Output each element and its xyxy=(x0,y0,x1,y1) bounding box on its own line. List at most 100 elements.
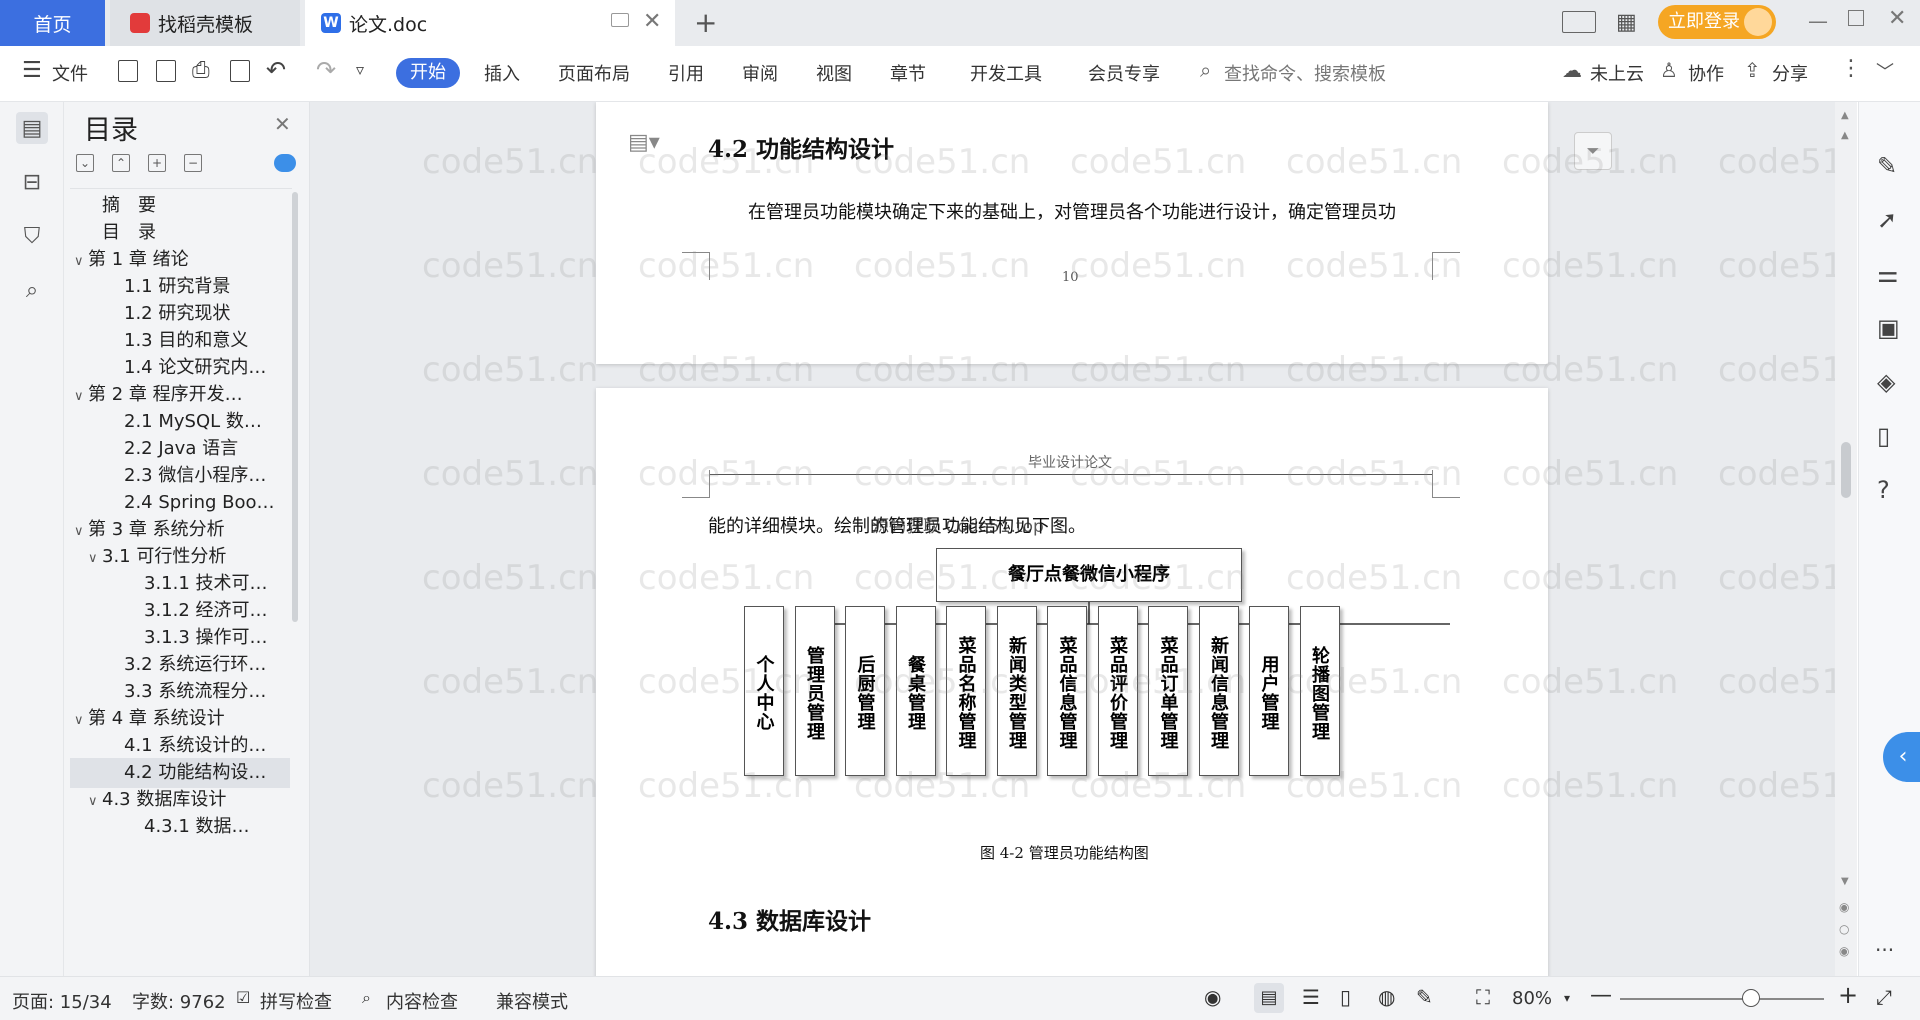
pen-icon[interactable]: ✎ xyxy=(1877,152,1897,180)
read-view-icon[interactable]: ▯ xyxy=(1340,985,1351,1009)
menu-review[interactable]: 审阅 xyxy=(742,60,778,86)
content-check-button[interactable]: 内容检查 xyxy=(386,988,458,1014)
toc-expand-chevron-icon[interactable]: ∨ xyxy=(88,787,102,815)
menu-file[interactable]: 文件 xyxy=(52,60,88,86)
menu-member[interactable]: 会员专享 xyxy=(1088,60,1160,86)
close-tab-icon[interactable]: ✕ xyxy=(643,9,661,34)
toc-item[interactable]: 目 录 xyxy=(70,218,290,248)
help-icon[interactable]: ? xyxy=(1877,476,1890,504)
toc-item[interactable]: ∨ 第 3 章 系统分析 xyxy=(70,515,290,545)
print-preview-icon[interactable] xyxy=(230,60,250,82)
fit-page-icon[interactable]: ⛶ xyxy=(1476,985,1490,1009)
toc-item[interactable]: 摘 要 xyxy=(70,191,290,221)
spell-check-button[interactable]: 拼写检查 xyxy=(260,988,332,1014)
layout-icon[interactable] xyxy=(1562,11,1596,33)
zoom-slider[interactable] xyxy=(1620,998,1824,1000)
grid-apps-icon[interactable]: ▦ xyxy=(1616,10,1637,35)
adjust-icon[interactable]: ⚌ xyxy=(1877,260,1899,288)
export-pdf-icon[interactable] xyxy=(156,60,176,82)
restore-icon[interactable] xyxy=(1848,10,1864,26)
toc-item[interactable]: 4.2 功能结构设… xyxy=(70,758,290,788)
collab-button[interactable]: 协作 xyxy=(1688,60,1724,86)
next-page-icon[interactable]: ◉ xyxy=(1839,944,1849,958)
toc-item[interactable]: ∨ 第 2 章 程序开发… xyxy=(70,380,290,410)
toc-expand-chevron-icon[interactable]: ∨ xyxy=(74,382,88,410)
reading-icon[interactable]: ▯ xyxy=(1877,422,1890,450)
menu-insert[interactable]: 插入 xyxy=(484,60,520,86)
toc-item[interactable]: 2.1 MySQL 数… xyxy=(70,407,290,437)
page-view-icon[interactable]: ▤ xyxy=(1254,983,1284,1013)
scroll-top-icon[interactable]: ▲ xyxy=(1841,110,1849,121)
toc-item[interactable]: 2.2 Java 语言 xyxy=(70,434,290,464)
zoom-slider-knob[interactable] xyxy=(1741,989,1760,1007)
word-count[interactable]: 字数: 9762 xyxy=(132,988,226,1014)
nav-pane-icon[interactable]: ⊟ xyxy=(16,166,48,198)
toc-item[interactable]: ∨ 第 4 章 系统设计 xyxy=(70,704,290,734)
undo-icon[interactable]: ↶ xyxy=(266,56,286,84)
toc-item[interactable]: 3.2 系统运行环… xyxy=(70,650,290,680)
menu-page-layout[interactable]: 页面布局 xyxy=(558,60,630,86)
eye-protect-icon[interactable]: ◉ xyxy=(1204,985,1221,1009)
quick-access-dropdown-icon[interactable]: ▿ xyxy=(356,60,364,79)
more-menu-icon[interactable]: ⋮ xyxy=(1840,56,1862,81)
close-toc-icon[interactable]: ✕ xyxy=(274,112,291,136)
menu-developer[interactable]: 开发工具 xyxy=(970,60,1042,86)
toc-item[interactable]: 4.1 系统设计的… xyxy=(70,731,290,761)
page-options-icon[interactable]: ▤▾ xyxy=(628,130,660,155)
toc-expand-chevron-icon[interactable]: ∨ xyxy=(88,544,102,572)
toc-item[interactable]: 3.3 系统流程分… xyxy=(70,677,290,707)
menu-view[interactable]: 视图 xyxy=(816,60,852,86)
login-button[interactable]: 立即登录 xyxy=(1658,5,1776,39)
close-window-icon[interactable]: ✕ xyxy=(1888,6,1906,31)
add-heading-icon[interactable]: + xyxy=(148,154,166,172)
toc-item[interactable]: 2.3 微信小程序… xyxy=(70,461,290,491)
tab-templates[interactable]: 找稻壳模板 xyxy=(110,0,300,46)
filter-float-icon[interactable]: ⏷ xyxy=(1574,132,1612,170)
page-indicator[interactable]: 页面: 15/34 xyxy=(12,988,112,1014)
remove-heading-icon[interactable]: − xyxy=(184,154,202,172)
toc-panel-icon[interactable]: ▤ xyxy=(16,112,48,144)
toc-ai-icon[interactable] xyxy=(274,154,296,172)
command-search-input[interactable]: 查找命令、搜索模板 xyxy=(1224,60,1386,86)
print-icon[interactable]: ⎙ xyxy=(192,58,210,83)
minimize-icon[interactable]: — xyxy=(1808,9,1828,33)
zoom-out-icon[interactable]: — xyxy=(1590,983,1612,1008)
zoom-level[interactable]: 80% xyxy=(1512,988,1552,1009)
translate-icon[interactable]: ▣ xyxy=(1877,314,1900,342)
toc-item[interactable]: 3.1.3 操作可… xyxy=(70,623,290,653)
toc-expand-chevron-icon[interactable]: ∨ xyxy=(74,706,88,734)
find-icon[interactable]: ⌕ xyxy=(16,274,48,306)
scroll-down-icon[interactable]: ▼ xyxy=(1841,876,1849,887)
cloud-status-button[interactable]: 未上云 xyxy=(1590,60,1644,86)
toc-item[interactable]: 3.1.2 经济可… xyxy=(70,596,290,626)
expand-side-panel-icon[interactable]: ‹ xyxy=(1883,732,1920,782)
save-icon[interactable] xyxy=(118,60,138,82)
hamburger-menu-icon[interactable]: ☰ xyxy=(22,58,42,83)
bookmark-icon[interactable]: ⛉ xyxy=(16,220,48,252)
menu-reference[interactable]: 引用 xyxy=(668,60,704,86)
toc-item[interactable]: ∨ 3.1 可行性分析 xyxy=(70,542,290,572)
scroll-thumb[interactable] xyxy=(1841,442,1851,498)
menu-chapter[interactable]: 章节 xyxy=(890,60,926,86)
collapse-ribbon-icon[interactable]: ﹀ xyxy=(1876,58,1894,84)
web-view-icon[interactable]: ◍ xyxy=(1378,985,1395,1009)
write-view-icon[interactable]: ✎ xyxy=(1416,985,1433,1009)
select-browse-icon[interactable]: ○ xyxy=(1839,922,1849,936)
toc-item[interactable]: 1.3 目的和意义 xyxy=(70,326,290,356)
window-mode-icon[interactable] xyxy=(611,13,629,27)
prev-page-icon[interactable]: ◉ xyxy=(1839,900,1849,914)
tab-document[interactable]: W 论文.doc ✕ xyxy=(305,0,675,46)
select-pointer-icon[interactable]: ➚ xyxy=(1877,206,1897,234)
scroll-up-icon[interactable]: ▲ xyxy=(1841,130,1849,141)
vertical-scrollbar[interactable]: ▲ ▲ ▼ ◉ ○ ◉ xyxy=(1835,102,1857,976)
menu-start[interactable]: 开始 xyxy=(396,58,460,88)
fullscreen-icon[interactable]: ⤢ xyxy=(1876,985,1892,1009)
redo-icon[interactable]: ↷ xyxy=(316,56,336,84)
toc-item[interactable]: 2.4 Spring Boo… xyxy=(70,488,290,518)
outline-view-icon[interactable]: ☰ xyxy=(1302,985,1320,1009)
toc-expand-chevron-icon[interactable]: ∨ xyxy=(74,517,88,545)
zoom-in-icon[interactable]: + xyxy=(1838,981,1858,1009)
toc-scrollbar[interactable] xyxy=(292,192,298,622)
toc-item[interactable]: ∨ 4.3 数据库设计 xyxy=(70,785,290,815)
toc-item[interactable]: ∨ 第 1 章 绪论 xyxy=(70,245,290,275)
